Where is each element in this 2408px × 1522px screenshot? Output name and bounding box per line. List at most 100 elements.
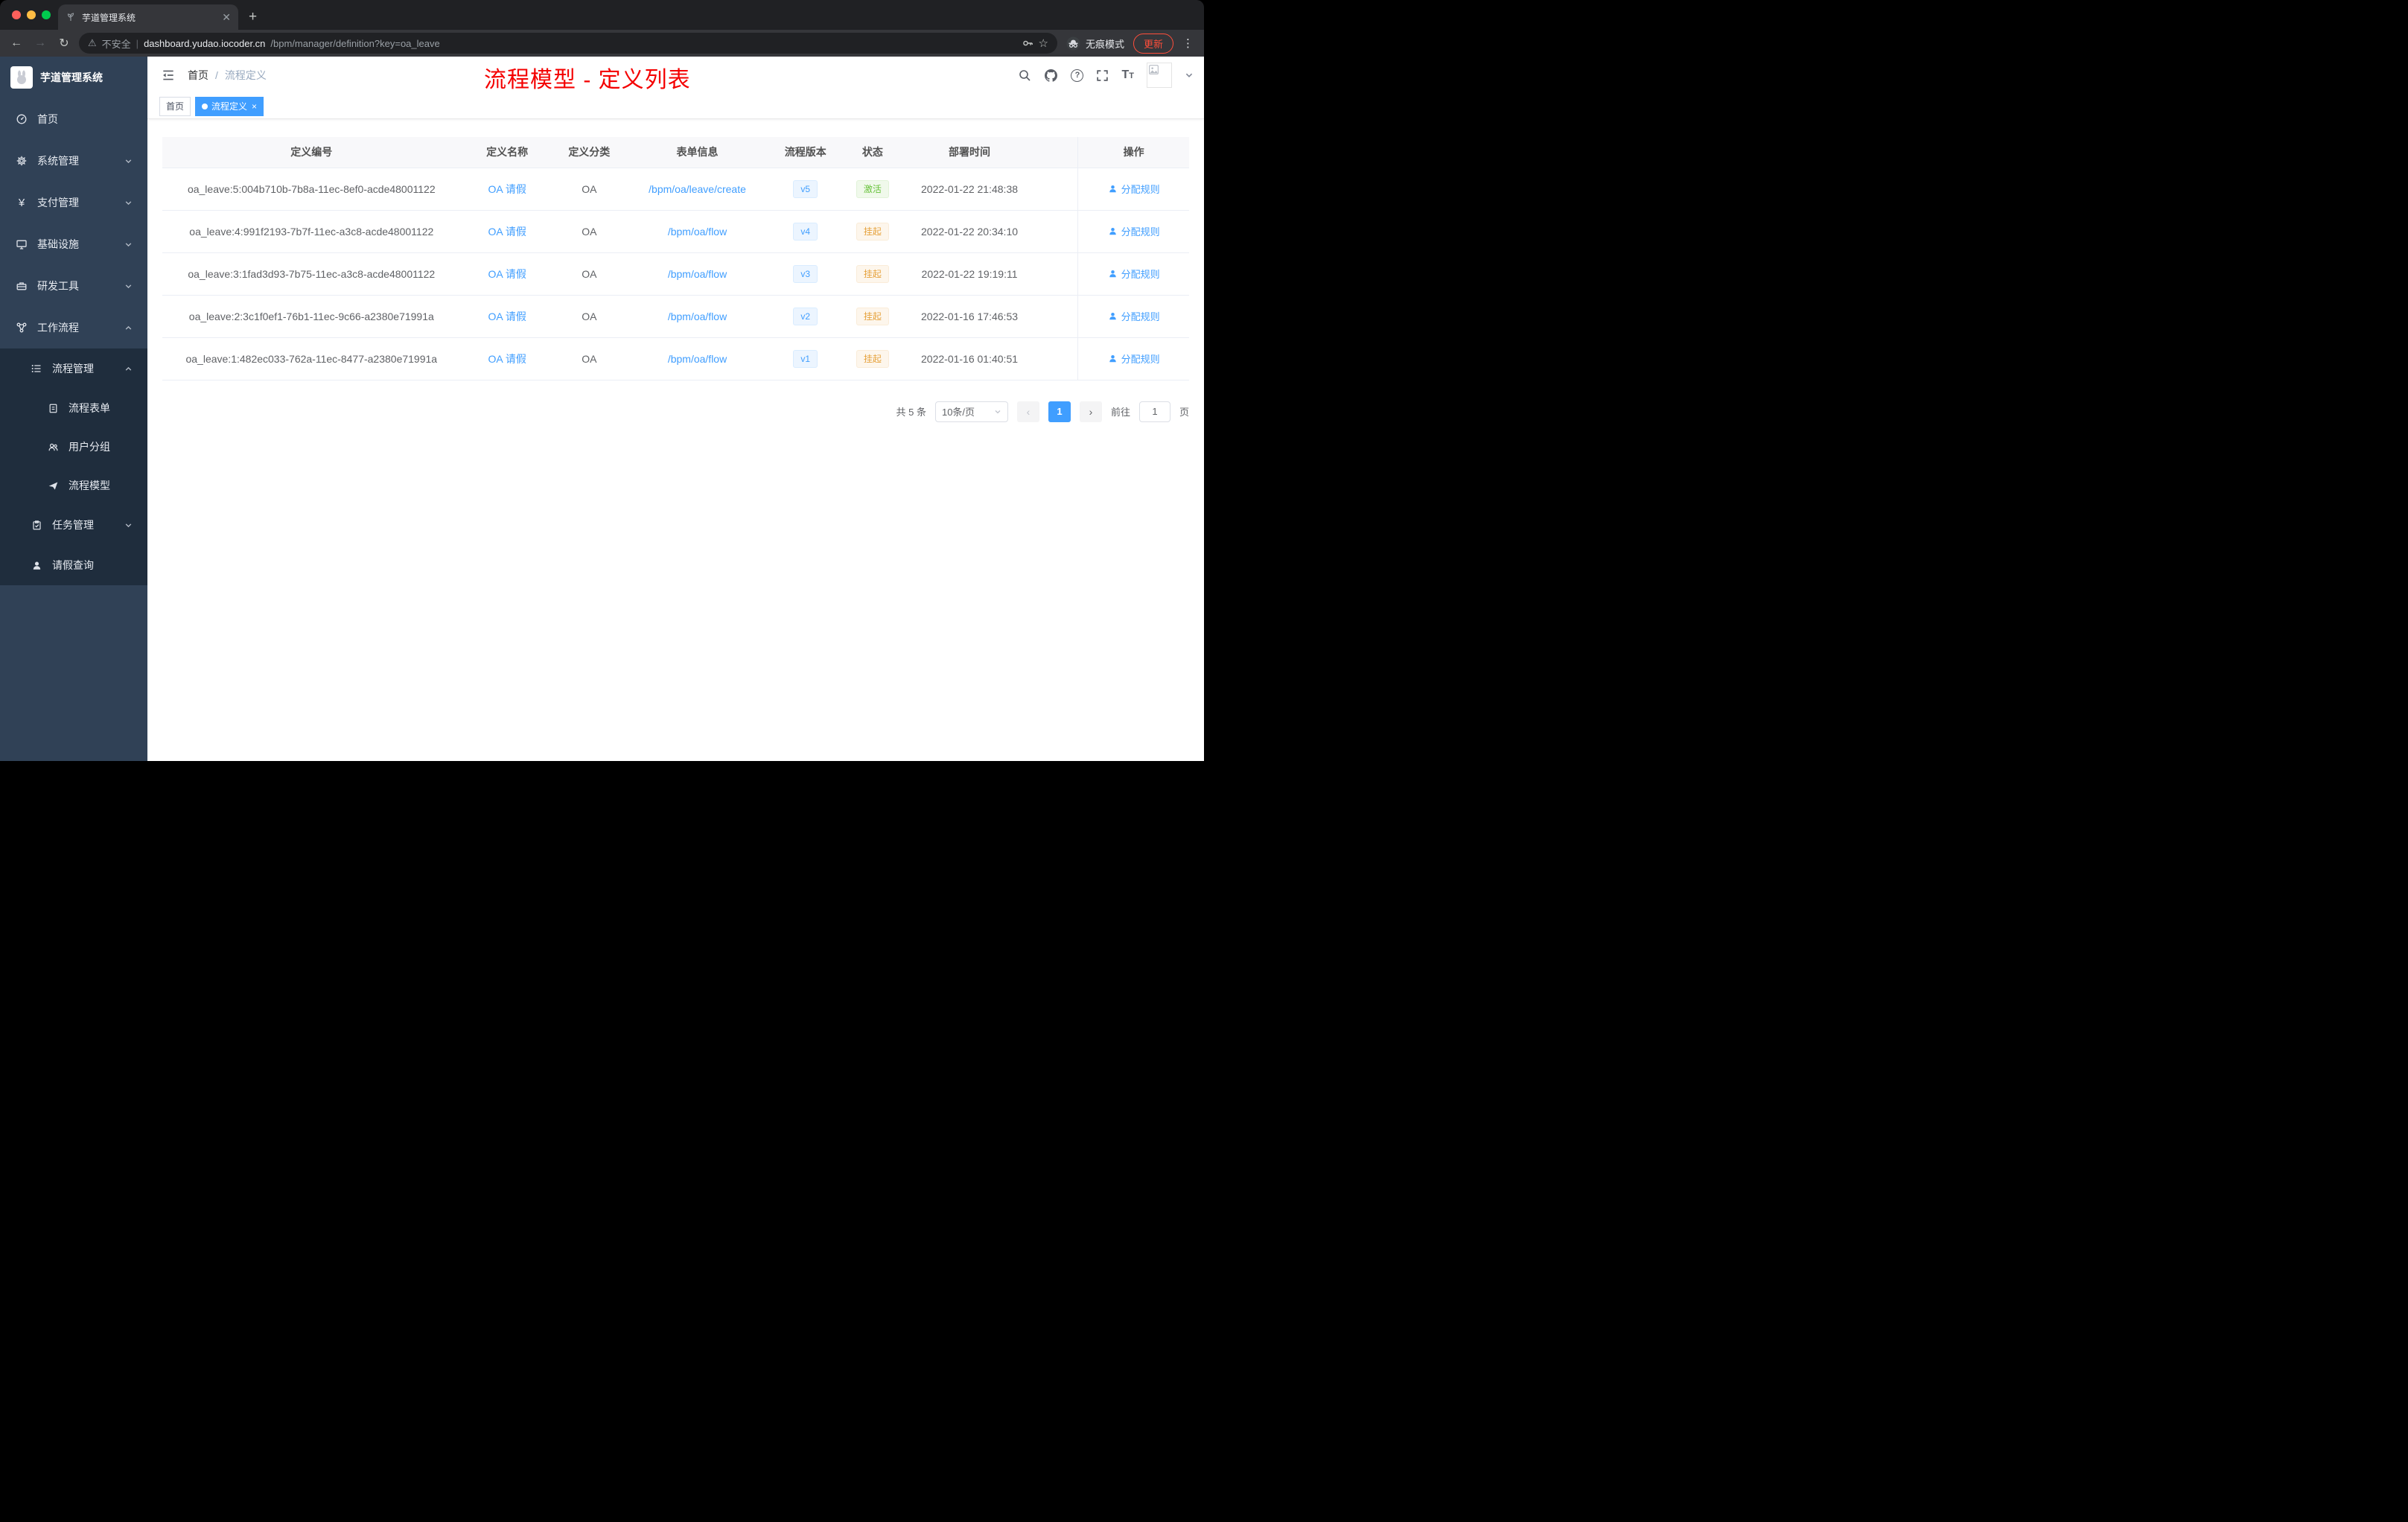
key-icon[interactable]	[1022, 37, 1033, 49]
forward-icon[interactable]: →	[31, 36, 49, 50]
security-label: 不安全	[101, 38, 131, 50]
form-link[interactable]: /bpm/oa/flow	[668, 226, 727, 238]
favicon	[66, 12, 76, 22]
goto-unit-label: 页	[1179, 407, 1189, 418]
table-row: oa_leave:1:482ec033-762a-11ec-8477-a2380…	[162, 337, 1189, 380]
column-header-actions: 操作	[1077, 137, 1189, 168]
task-icon	[30, 520, 43, 531]
security-warning-icon: ⚠	[88, 37, 97, 48]
version-badge: v1	[793, 349, 818, 368]
cell-spacer	[1034, 210, 1078, 253]
next-page-button[interactable]: ›	[1079, 401, 1102, 422]
browser-tab[interactable]: 芋道管理系统 ✕	[58, 4, 238, 30]
person-icon	[1109, 354, 1116, 363]
sidebar-item-infrastructure[interactable]: 基础设施	[0, 223, 147, 265]
pagination-total: 共 5 条	[896, 407, 926, 418]
header-actions: ? TT	[1018, 63, 1194, 88]
assign-rule-link[interactable]: 分配规则	[1108, 309, 1160, 323]
sidebar-item-label: 请假查询	[52, 559, 94, 571]
reload-icon[interactable]: ↻	[55, 36, 73, 51]
assign-rule-link[interactable]: 分配规则	[1108, 267, 1160, 281]
sidebar-fold-icon[interactable]	[161, 68, 176, 83]
incognito-icon	[1066, 36, 1080, 51]
sidebar-logo[interactable]: 芋道管理系统	[0, 57, 147, 98]
browser-update-button[interactable]: 更新	[1133, 33, 1173, 54]
github-icon[interactable]	[1044, 69, 1058, 83]
assign-rule-link[interactable]: 分配规则	[1108, 182, 1160, 196]
user-avatar[interactable]	[1147, 63, 1172, 88]
definition-name-link[interactable]: OA 请假	[488, 311, 526, 322]
window-zoom-button[interactable]	[42, 10, 51, 19]
new-tab-button[interactable]: +	[249, 9, 257, 25]
app-title: 芋道管理系统	[40, 71, 103, 83]
table-row: oa_leave:5:004b710b-7b8a-11ec-8ef0-acde4…	[162, 168, 1189, 211]
table-row: oa_leave:2:3c1f0ef1-76b1-11ec-9c66-a2380…	[162, 295, 1189, 338]
form-link[interactable]: /bpm/oa/flow	[668, 311, 727, 322]
page-size-select[interactable]: 10条/页	[934, 401, 1008, 422]
version-badge: v4	[793, 222, 818, 241]
column-header-spacer	[1034, 137, 1078, 168]
form-icon	[46, 403, 60, 414]
sidebar-item-process-management[interactable]: 流程管理	[0, 348, 147, 389]
tab-close-icon[interactable]: ✕	[222, 11, 231, 24]
url-divider: |	[136, 37, 139, 49]
cell-category: OA	[553, 295, 625, 338]
search-icon[interactable]	[1018, 69, 1031, 82]
sidebar-item-home[interactable]: 首页	[0, 98, 147, 140]
window-minimize-button[interactable]	[27, 10, 36, 19]
sidebar-item-label: 系统管理	[37, 155, 79, 167]
sidebar-item-label: 首页	[37, 113, 58, 125]
back-icon[interactable]: ←	[7, 36, 25, 50]
goto-page-input[interactable]	[1138, 401, 1170, 422]
version-badge: v5	[793, 179, 818, 198]
help-icon[interactable]: ?	[1071, 69, 1084, 82]
form-link[interactable]: /bpm/oa/flow	[668, 353, 727, 365]
app-shell: 芋道管理系统 首页 系统管理 ¥ 支付管理 基础设施 研发工具 工作流程 流程管…	[0, 57, 1204, 761]
form-link[interactable]: /bpm/oa/leave/create	[649, 183, 746, 195]
cell-definition-id: oa_leave:2:3c1f0ef1-76b1-11ec-9c66-a2380…	[162, 295, 461, 338]
tab-strip: 芋道管理系统 ✕ +	[0, 0, 1204, 30]
definition-name-link[interactable]: OA 请假	[488, 226, 526, 238]
sidebar-item-payment[interactable]: ¥ 支付管理	[0, 182, 147, 223]
browser-menu-icon[interactable]: ⋮	[1179, 36, 1197, 50]
chevron-down-icon	[124, 157, 133, 165]
avatar-caret-icon[interactable]	[1185, 71, 1194, 80]
sidebar-item-system[interactable]: 系统管理	[0, 140, 147, 182]
tag-close-icon[interactable]: ×	[252, 101, 257, 112]
sidebar: 芋道管理系统 首页 系统管理 ¥ 支付管理 基础设施 研发工具 工作流程 流程管…	[0, 57, 147, 761]
page-number-1[interactable]: 1	[1048, 401, 1071, 422]
table-header-row: 定义编号 定义名称 定义分类 表单信息 流程版本 状态 部署时间 操作	[162, 137, 1189, 168]
font-size-icon[interactable]: TT	[1121, 69, 1134, 82]
monitor-icon	[15, 238, 28, 250]
fullscreen-icon[interactable]	[1096, 69, 1109, 82]
definition-name-link[interactable]: OA 请假	[488, 268, 526, 280]
active-tag-dot	[202, 103, 208, 109]
definition-name-link[interactable]: OA 请假	[488, 353, 526, 365]
person-icon	[1109, 270, 1116, 278]
cell-deploy-time: 2022-01-16 01:40:51	[904, 337, 1035, 380]
window-close-button[interactable]	[12, 10, 21, 19]
sidebar-item-process-form[interactable]: 流程表单	[0, 389, 147, 427]
form-link[interactable]: /bpm/oa/flow	[668, 268, 727, 280]
tag-home[interactable]: 首页	[159, 96, 191, 116]
assign-rule-link[interactable]: 分配规则	[1108, 224, 1160, 238]
definition-name-link[interactable]: OA 请假	[488, 183, 526, 195]
sidebar-item-user-group[interactable]: 用户分组	[0, 427, 147, 466]
bookmark-star-icon[interactable]: ☆	[1039, 36, 1048, 50]
cell-deploy-time: 2022-01-22 19:19:11	[904, 252, 1035, 296]
assign-rule-link[interactable]: 分配规则	[1108, 351, 1160, 366]
address-bar[interactable]: ⚠ 不安全 | dashboard.yudao.iocoder.cn/bpm/m…	[79, 33, 1057, 54]
sidebar-item-process-model[interactable]: 流程模型	[0, 466, 147, 505]
cell-deploy-time: 2022-01-22 21:48:38	[904, 168, 1035, 211]
breadcrumb-home[interactable]: 首页	[188, 68, 208, 83]
sidebar-item-task-management[interactable]: 任务管理	[0, 505, 147, 545]
tag-process-definition[interactable]: 流程定义 ×	[195, 96, 264, 116]
sidebar-item-workflow[interactable]: 工作流程	[0, 307, 147, 348]
sidebar-item-dev-tools[interactable]: 研发工具	[0, 265, 147, 307]
prev-page-button[interactable]: ‹	[1016, 401, 1039, 422]
url-host: dashboard.yudao.iocoder.cn	[144, 37, 266, 49]
incognito-label: 无痕模式	[1085, 38, 1124, 50]
sidebar-item-leave-query[interactable]: 请假查询	[0, 545, 147, 585]
breadcrumb: 首页 / 流程定义	[188, 68, 267, 83]
tree-list-icon	[30, 363, 43, 375]
